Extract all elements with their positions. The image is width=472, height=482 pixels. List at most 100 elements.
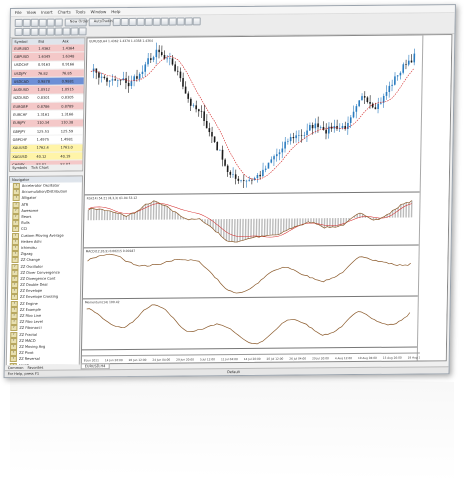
mw-ask: 125.59 [60,129,74,134]
fibo-icon[interactable] [62,27,71,36]
indicator-icon: f [12,189,20,196]
macd-pane[interactable]: MACD(12,26,9) 0.00215 0.00187 [82,245,420,300]
time-tick: 10 Aug 04:00 [357,355,377,360]
text-icon[interactable] [70,27,79,36]
candle-body [319,127,322,128]
time-tick: 19 Aug 12:00 [407,354,420,360]
indicator-icon: f [12,183,20,190]
candle-body [292,136,295,139]
periods-icon[interactable] [184,17,193,26]
menu-item-3[interactable]: Charts [58,9,71,14]
indicator-icon: f [12,226,20,233]
cursor-icon[interactable] [14,27,23,36]
candle-body [117,80,119,81]
time-tick: 20 Jun 12:00 [128,357,147,362]
momentum-pane[interactable]: Momentum(14) 100.42 [82,296,419,351]
indicator-icon: f [10,294,18,301]
candle-body [226,165,229,173]
mw-col-0[interactable]: Symbol [12,40,36,44]
templates-icon[interactable] [192,17,201,26]
candle-body [192,105,195,106]
candle-body [127,82,130,87]
menu-item-6[interactable]: Help [111,9,120,14]
indicators-icon[interactable] [176,17,185,26]
mw-tab-0[interactable]: Symbols [12,166,27,170]
mw-bid: 1762.4 [36,145,49,150]
zoom-out-icon[interactable] [144,17,153,26]
mw-tab-1[interactable]: Tick Chart [31,166,49,170]
tile-windows-icon[interactable] [152,17,161,26]
mw-col-2[interactable]: Ask [60,39,84,43]
vertical-line-icon[interactable] [30,27,39,36]
data-window-icon[interactable] [38,18,47,27]
mw-symbol: USDJPY [13,71,27,76]
bar-chart-icon[interactable] [112,18,121,27]
crosshair-icon[interactable] [22,27,31,36]
channel-icon[interactable] [54,27,63,36]
line-chart-icon[interactable] [128,17,137,26]
indicator-line [88,200,413,243]
candle-body [275,154,278,157]
menu-item-5[interactable]: Window [90,9,106,14]
autoscroll-icon[interactable] [160,17,169,26]
time-tick: 15 Aug 20:00 [382,355,402,360]
status-profile: Default [227,370,240,375]
mw-ask: 76.85 [61,71,72,76]
candle-body [195,105,197,110]
profiles-icon[interactable] [22,18,31,27]
navigator-item-label: ZZ Fractal [19,332,38,337]
menu-item-4[interactable]: Tools [76,9,86,14]
chart-window[interactable]: EURUSD,H4 1.4362 1.4370 1.4358 1.4364 RS… [80,34,453,365]
menu-item-2[interactable]: Insert [41,10,53,15]
new-chart-icon[interactable] [14,18,23,27]
navigator-item-label: Zigzag [20,251,33,257]
mw-ask: 40.19 [60,153,71,159]
navigator-icon[interactable] [46,18,55,27]
candle-body [147,58,149,65]
label-icon[interactable] [78,27,87,36]
candle-body [182,78,184,87]
trendline-icon[interactable] [46,27,55,36]
market-watch-panel: Symbol Bid Ask EURUSD 1.4362 1.4364 GBPUSD 1.6… [9,37,86,173]
indicator-icon: f [10,337,18,344]
candle-body [144,64,147,72]
navigator-title: Navigator [11,177,30,183]
mw-col-1[interactable]: Bid [36,40,60,44]
indicator-icon: f [10,331,18,338]
zoom-in-icon[interactable] [136,17,145,26]
mw-ask: 1.4364 [62,46,75,51]
mw-symbol: GBPUSD [14,54,29,59]
candle-body [213,136,216,142]
horizontal-line-icon[interactable] [38,27,47,36]
new-order-label: New Order [69,19,89,24]
candle-body [224,159,226,166]
price-pane[interactable]: EURUSD,H4 1.4362 1.4370 1.4358 1.4364 [84,35,424,196]
navigator-item-label: Bulls [21,221,30,226]
candle-body [325,129,327,134]
candle-body [198,109,200,112]
candle-body [358,100,361,107]
time-tick: 5 Jul 12:00 [199,356,216,361]
candle-body [251,179,253,181]
menu-item-1[interactable]: View [27,10,37,15]
market-watch-tabs: Symbols Tick Chart [10,164,83,172]
candle-body [287,141,289,142]
mw-bid: 1.0512 [37,87,50,92]
market-watch-icon[interactable] [30,18,39,27]
rsi-pane[interactable]: RSI(14) 54.21 (8,3,3) 61.04 53.12 [83,192,421,249]
terminal-icon[interactable] [54,18,63,27]
price-scale[interactable] [416,35,452,361]
candle-body [187,93,190,99]
indicator-icon: f [11,275,19,282]
time-tick: 4 Aug 12:00 [334,355,353,360]
navigator-item-label: ZZ Reversal [18,357,40,362]
candle-body [311,124,314,129]
mw-symbol: AUDUSD [13,87,29,93]
candle-body [270,159,273,163]
chart-shift-icon[interactable] [168,17,177,26]
candle-chart-icon[interactable] [120,17,129,27]
navigator-item-label: ZZ MACD [19,338,36,343]
candle-body [166,58,168,60]
candle-body [352,111,355,118]
menu-item-0[interactable]: File [15,10,22,15]
